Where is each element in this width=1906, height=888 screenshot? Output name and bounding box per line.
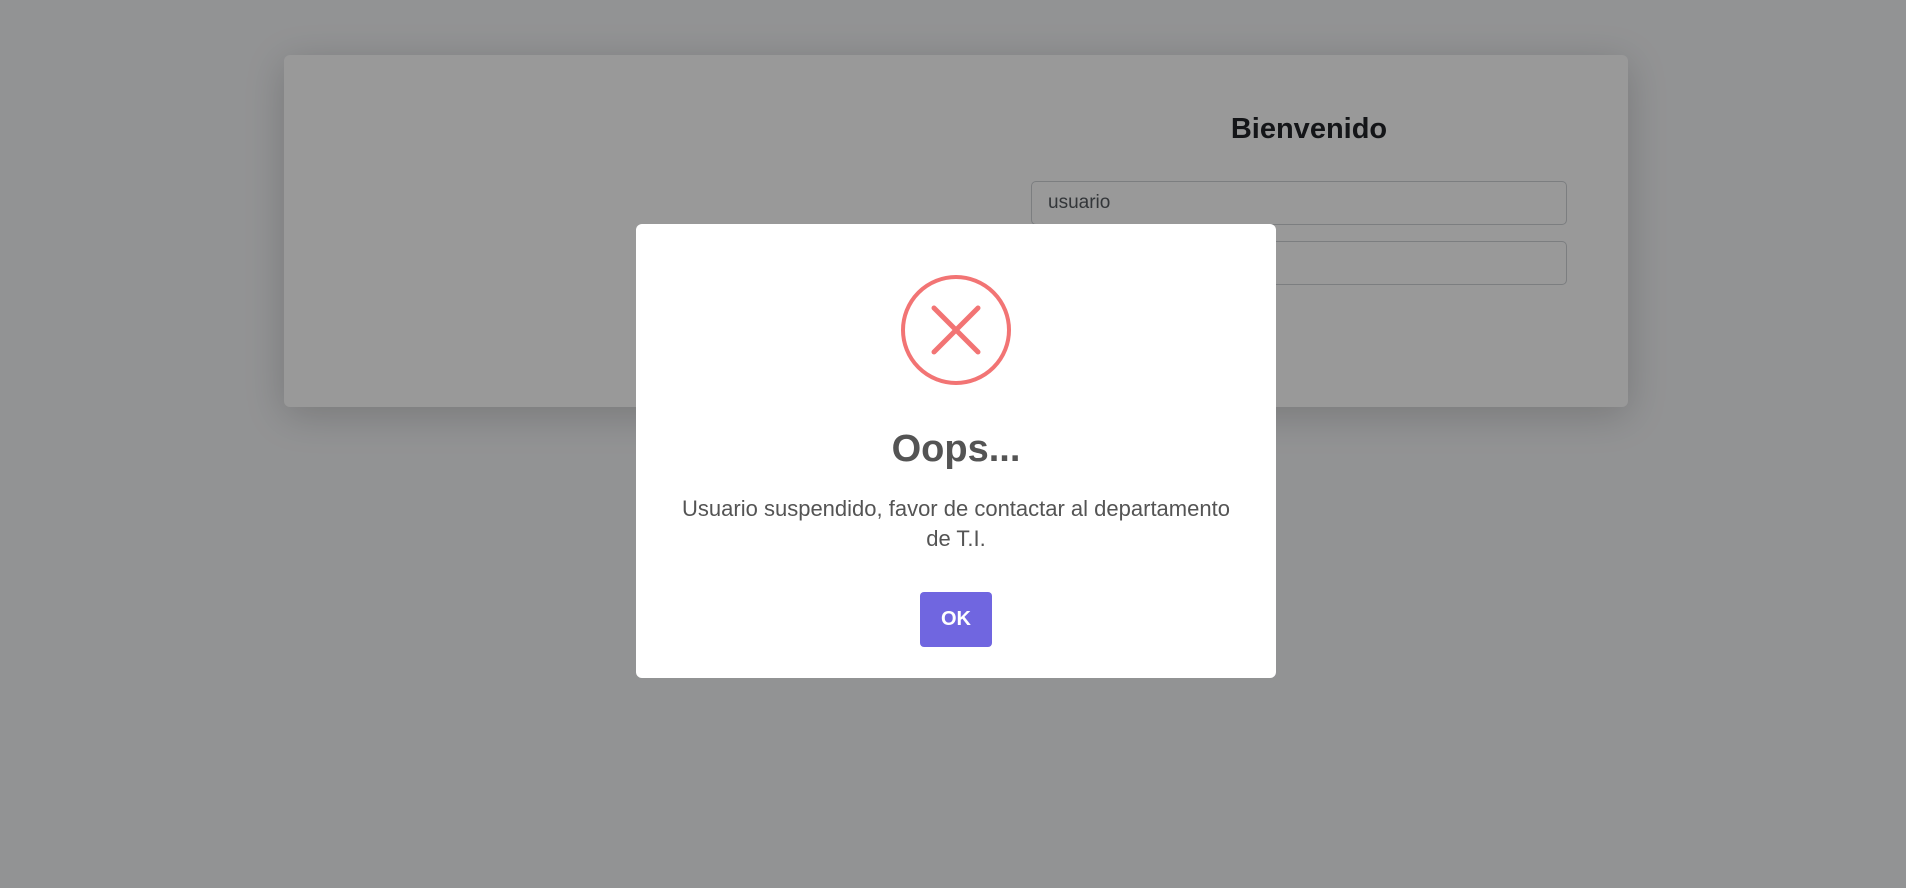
alert-title: Oops... bbox=[891, 428, 1021, 470]
confirm-button[interactable]: OK bbox=[920, 592, 992, 647]
alert-message: Usuario suspendido, favor de contactar a… bbox=[682, 496, 1230, 551]
alert-dialog: Oops... Usuario suspendido, favor de con… bbox=[636, 224, 1276, 678]
error-x-icon bbox=[901, 275, 1011, 385]
